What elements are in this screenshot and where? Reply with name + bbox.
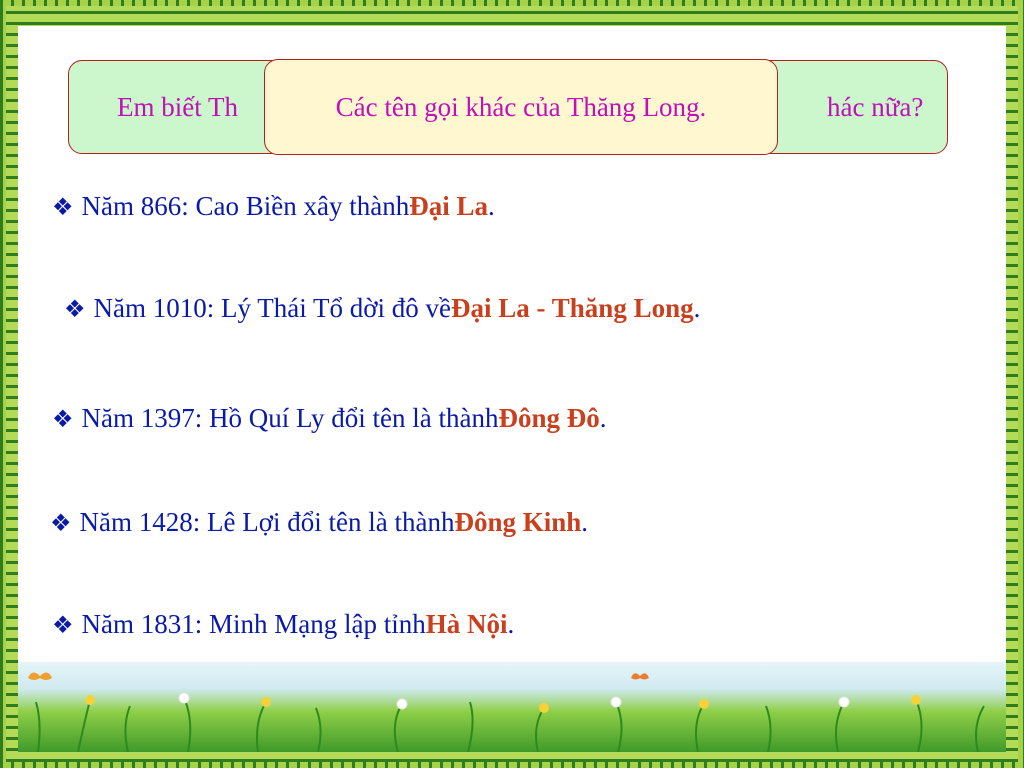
item-suffix: . (507, 609, 515, 639)
item-suffix: . (599, 403, 607, 433)
list-item-1: ❖ Năm 866: Cao Biền xây thành Đại La . (52, 191, 495, 222)
item-text: Năm 1397: Hồ Quí Ly đổi tên là thành (81, 403, 499, 433)
item-highlight: Đại La (409, 191, 488, 221)
question-text-right: hác nữa? (827, 91, 924, 122)
list-item-4: ❖ Năm 1428: Lê Lợi đổi tên là thành Đông… (50, 507, 588, 538)
item-highlight: Đông Đô (498, 403, 600, 433)
diamond-star-icon: ❖ (52, 613, 74, 639)
list-item-3: ❖ Năm 1397: Hồ Quí Ly đổi tên là thành Đ… (52, 403, 606, 434)
slide-title: Các tên gọi khác của Thăng Long. (335, 91, 707, 122)
item-suffix: . (487, 191, 495, 221)
item-text: Năm 1831: Minh Mạng lập tỉnh (81, 609, 426, 639)
list-item-5: ❖ Năm 1831: Minh Mạng lập tỉnh Hà Nội . (52, 609, 514, 640)
butterfly-icon (28, 672, 52, 680)
diamond-star-icon: ❖ (52, 407, 74, 433)
flower-icons (85, 692, 921, 713)
grass-flowers-illustration (28, 672, 985, 752)
diamond-star-icon: ❖ (50, 511, 72, 537)
meadow-decoration (18, 662, 1006, 752)
item-highlight: Đông Kinh (454, 507, 582, 537)
item-text: Năm 1010: Lý Thái Tổ dời đô về (93, 293, 452, 323)
diamond-star-icon: ❖ (52, 195, 74, 221)
item-text: Năm 866: Cao Biền xây thành (81, 191, 410, 221)
item-suffix: . (581, 507, 589, 537)
list-item-2: ❖ Năm 1010: Lý Thái Tổ dời đô về Đại La … (64, 293, 700, 324)
item-highlight: Đại La - Thăng Long (451, 293, 694, 323)
item-highlight: Hà Nội (425, 609, 508, 639)
item-suffix: . (693, 293, 701, 323)
butterfly-icon (631, 673, 649, 680)
slide-canvas: Em biết Th hác nữa? Các tên gọi khác của… (18, 26, 1006, 752)
question-text-left: Em biết Th (117, 91, 238, 122)
diamond-star-icon: ❖ (64, 297, 86, 323)
item-text: Năm 1428: Lê Lợi đổi tên là thành (79, 507, 455, 537)
slide-title-box: Các tên gọi khác của Thăng Long. (264, 59, 778, 155)
